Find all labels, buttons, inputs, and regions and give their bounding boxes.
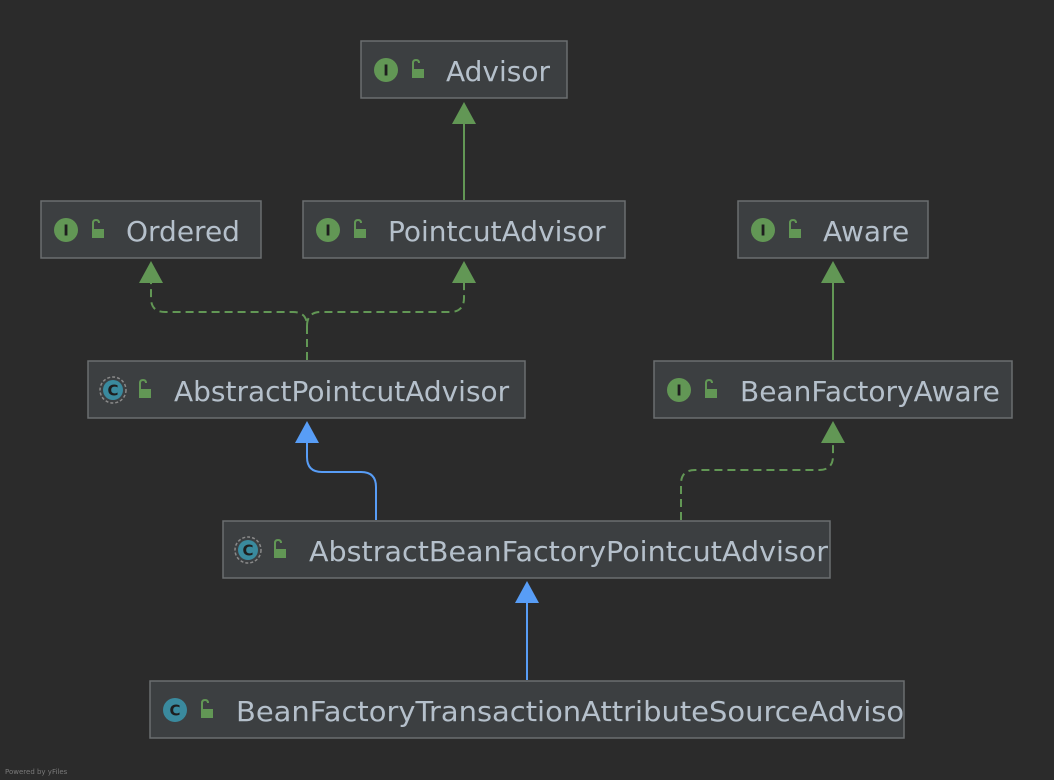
- interface-icon: I: [374, 58, 398, 82]
- node-advisor[interactable]: I Advisor: [360, 40, 568, 99]
- arrow-head: [821, 261, 845, 283]
- svg-text:I: I: [383, 62, 389, 80]
- edge-abfpa-abstractpointcutadvisor: [295, 421, 377, 520]
- node-label: PointcutAdvisor: [388, 215, 606, 248]
- class-icon: C: [163, 698, 187, 722]
- edge-abstractpointcutadvisor-interfaces: [139, 261, 476, 360]
- interface-icon: I: [751, 218, 775, 242]
- arrow-head: [452, 102, 476, 124]
- watermark-text: Powered by yFiles: [5, 768, 68, 776]
- class-hierarchy-diagram: I Advisor I Ordered I PointcutAdvisor I …: [5, 40, 1013, 776]
- svg-text:C: C: [242, 542, 253, 560]
- node-abstract-bean-factory-pointcut-advisor[interactable]: C AbstractBeanFactoryPointcutAdvisor: [222, 520, 831, 579]
- node-label: Aware: [823, 215, 909, 248]
- svg-text:C: C: [107, 382, 118, 400]
- node-ordered[interactable]: I Ordered: [40, 200, 262, 259]
- svg-text:C: C: [169, 702, 180, 720]
- node-label: AbstractPointcutAdvisor: [174, 375, 510, 408]
- node-label: BeanFactoryTransactionAttributeSourceAdv…: [236, 695, 916, 728]
- node-label: Ordered: [126, 215, 240, 248]
- svg-text:I: I: [325, 222, 331, 240]
- interface-icon: I: [316, 218, 340, 242]
- interface-icon: I: [667, 378, 691, 402]
- edge-abfpa-beanfactoryaware: [680, 421, 845, 520]
- arrow-head: [452, 261, 476, 283]
- svg-text:I: I: [760, 222, 766, 240]
- svg-text:I: I: [63, 222, 69, 240]
- interface-icon: I: [54, 218, 78, 242]
- abstract-class-icon: C: [234, 536, 262, 564]
- node-label: AbstractBeanFactoryPointcutAdvisor: [309, 535, 828, 568]
- arrow-head: [295, 421, 319, 443]
- edge-pointcutadvisor-advisor: [452, 102, 476, 200]
- abstract-class-icon: C: [99, 376, 127, 404]
- arrow-head: [515, 581, 539, 603]
- arrow-head: [139, 261, 163, 283]
- node-abstract-pointcut-advisor[interactable]: C AbstractPointcutAdvisor: [87, 360, 526, 419]
- node-aware[interactable]: I Aware: [737, 200, 929, 259]
- arrow-head: [821, 421, 845, 443]
- svg-text:I: I: [676, 382, 682, 400]
- edge-beanfactoryaware-aware: [821, 261, 845, 360]
- node-label: BeanFactoryAware: [740, 375, 1000, 408]
- edge-bftasa-abfpa: [515, 581, 539, 680]
- node-bean-factory-aware[interactable]: I BeanFactoryAware: [653, 360, 1013, 419]
- node-pointcut-advisor[interactable]: I PointcutAdvisor: [302, 200, 626, 259]
- node-label: Advisor: [446, 55, 551, 88]
- node-bean-factory-transaction-attribute-source-advisor[interactable]: C BeanFactoryTransactionAttributeSourceA…: [149, 680, 916, 739]
